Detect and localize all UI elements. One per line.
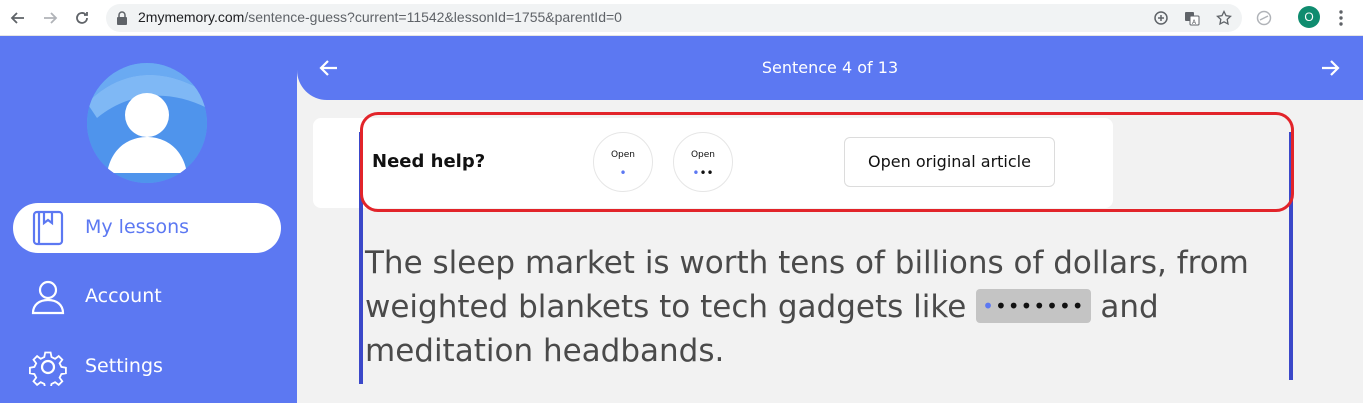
sentence-text: The sleep market is worth tens of billio… [365, 245, 1249, 369]
hint-dots: ••• [692, 166, 714, 180]
need-help-label: Need help? [372, 151, 486, 172]
hint-first-letter-button[interactable]: Open • [593, 132, 653, 192]
reload-icon[interactable] [70, 6, 94, 30]
user-icon [31, 280, 65, 315]
menu-kebab-icon[interactable] [1333, 8, 1349, 28]
missing-word-blank[interactable]: •••••••• [976, 289, 1091, 323]
browser-toolbar: 2mymemory.com/sentence-guess?current=115… [0, 0, 1363, 36]
sidebar-item-label: Settings [85, 355, 163, 377]
address-bar[interactable]: 2mymemory.com/sentence-guess?current=115… [106, 4, 1242, 32]
sidebar: My lessons Account Settings [0, 36, 297, 403]
lock-icon [117, 11, 127, 25]
url-text: 2mymemory.com/sentence-guess?current=115… [138, 9, 622, 25]
zoom-icon[interactable] [1153, 10, 1169, 26]
sidebar-item-label: Account [85, 285, 162, 307]
open-original-article-button[interactable]: Open original article [844, 137, 1055, 187]
sidebar-item-label: My lessons [85, 216, 190, 238]
user-avatar[interactable] [87, 63, 207, 183]
sentence-counter: Sentence 4 of 13 [761, 58, 899, 77]
book-icon [32, 210, 64, 246]
hint-dots: • [619, 166, 627, 180]
extension-icon[interactable] [1256, 10, 1272, 26]
main-content: Sentence 4 of 13 Need help? Open • Open … [297, 36, 1363, 403]
hint-word-button[interactable]: Open ••• [673, 132, 733, 192]
sidebar-item-my-lessons[interactable]: My lessons [13, 203, 281, 253]
sentence-header: Sentence 4 of 13 [297, 36, 1363, 100]
sidebar-item-account[interactable]: Account [13, 272, 281, 322]
next-arrow-icon[interactable] [1318, 56, 1342, 80]
forward-icon[interactable] [38, 6, 62, 30]
sidebar-item-settings[interactable]: Settings [13, 342, 281, 392]
gear-icon [29, 351, 67, 386]
profile-avatar[interactable]: O [1298, 6, 1320, 28]
bookmark-star-icon[interactable] [1216, 10, 1232, 26]
translate-icon[interactable]: A [1184, 10, 1200, 26]
help-highlight-frame [360, 112, 1294, 212]
back-icon[interactable] [6, 6, 30, 30]
